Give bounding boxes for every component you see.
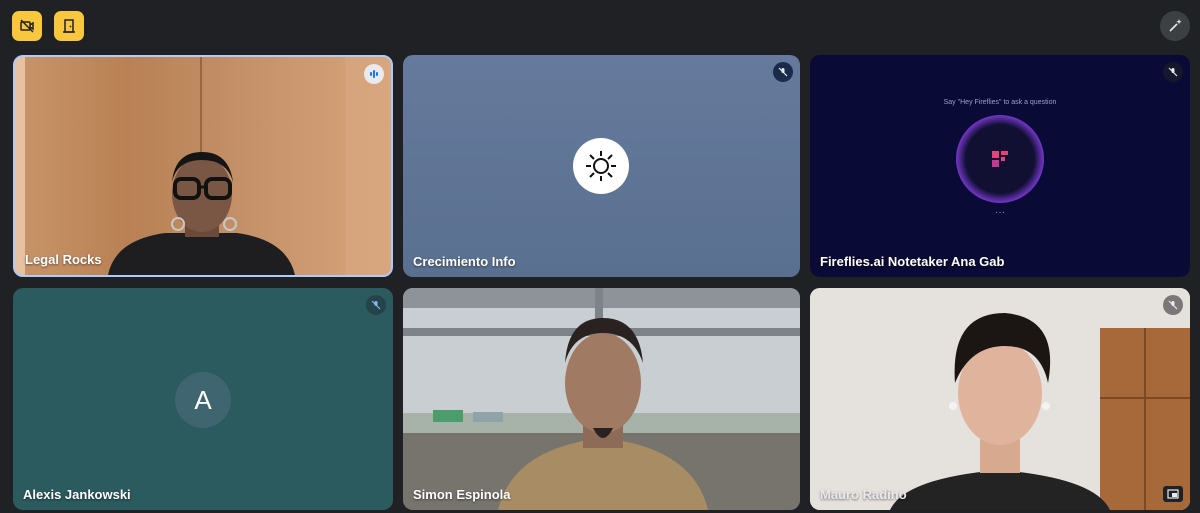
fireflies-logo-icon [992, 151, 1008, 167]
audio-bars-icon [370, 70, 378, 78]
mic-muted-badge [1163, 62, 1183, 82]
participant-tile[interactable]: A Alexis Jankowski [13, 288, 393, 510]
mic-muted-badge [366, 295, 386, 315]
participant-name: Fireflies.ai Notetaker Ana Gab [820, 254, 1005, 269]
avatar: A [175, 372, 231, 428]
camera-off-button[interactable] [12, 11, 42, 41]
pen-sparkle-icon [1169, 19, 1182, 32]
mic-off-icon [1168, 67, 1178, 77]
fireflies-prompt: Say "Hey Fireflies" to ask a question [943, 99, 1057, 106]
loading-dots: ··· [995, 207, 1005, 218]
participant-name: Mauro Radino [820, 487, 907, 502]
mic-muted-badge [773, 62, 793, 82]
avatar [573, 138, 629, 194]
mic-off-icon [778, 67, 788, 77]
pin-button[interactable] [1163, 486, 1183, 502]
leave-room-button[interactable] [54, 11, 84, 41]
pip-icon [1167, 489, 1179, 499]
door-exit-icon [63, 19, 75, 33]
participant-tile[interactable]: Say "Hey Fireflies" to ask a question ··… [810, 55, 1190, 277]
participant-video [810, 288, 1190, 510]
sun-logo-icon [586, 151, 616, 181]
mic-off-icon [1168, 300, 1178, 310]
mic-off-icon [371, 300, 381, 310]
participant-tile[interactable]: Mauro Radino [810, 288, 1190, 510]
participant-name: Alexis Jankowski [23, 487, 131, 502]
participant-name: Simon Espinola [413, 487, 511, 502]
camera-off-icon [20, 19, 34, 33]
participant-video [15, 57, 391, 275]
participant-name: Legal Rocks [25, 252, 102, 267]
fireflies-orb [956, 115, 1044, 203]
participant-name: Crecimiento Info [413, 254, 516, 269]
participant-tile[interactable]: Crecimiento Info [403, 55, 800, 277]
ai-notes-button[interactable] [1160, 11, 1190, 41]
mic-muted-badge [1163, 295, 1183, 315]
participant-video [403, 288, 800, 510]
speaking-indicator [364, 64, 384, 84]
participant-tile[interactable]: Legal Rocks [13, 55, 393, 277]
participant-tile[interactable]: Simon Espinola [403, 288, 800, 510]
